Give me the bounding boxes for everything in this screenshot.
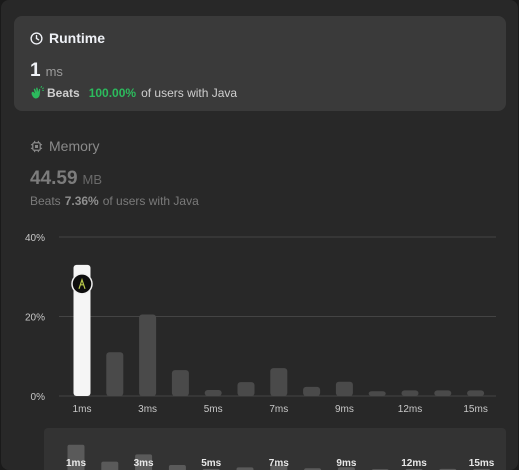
runtime-beats-label: Beats bbox=[47, 86, 80, 100]
overview-bar bbox=[168, 465, 186, 470]
x-tick-label: 7ms bbox=[269, 404, 288, 415]
chip-icon bbox=[30, 140, 43, 152]
chart-bar[interactable] bbox=[434, 390, 452, 396]
memory-title-text: Memory bbox=[49, 138, 100, 154]
chart-bar[interactable] bbox=[106, 352, 124, 396]
overview-tick-label: 15ms bbox=[469, 458, 495, 469]
runtime-distribution-chart[interactable]: 40% 20% 0% 1ms 3ms 5ms 7ms 9ms 12ms 15ms bbox=[1, 225, 518, 420]
clock-icon bbox=[30, 31, 43, 45]
runtime-title: Runtime bbox=[30, 30, 105, 46]
chart-bar[interactable] bbox=[171, 370, 189, 396]
overview-tick-label: 12ms bbox=[401, 458, 427, 469]
overview-tick-label: 9ms bbox=[336, 458, 356, 469]
chart-bar[interactable] bbox=[270, 368, 288, 396]
runtime-unit: ms bbox=[45, 64, 63, 79]
memory-card[interactable]: Memory 44.59 MB Beats 7.36% of users wit… bbox=[14, 124, 506, 224]
memory-beats-suffix: of users with Java bbox=[102, 194, 199, 208]
memory-beats-percent: 7.36% bbox=[64, 194, 99, 208]
y-tick-label: 0% bbox=[31, 392, 46, 403]
overview-tick-label: 7ms bbox=[269, 458, 289, 469]
runtime-value: 1 ms bbox=[30, 60, 63, 82]
runtime-number: 1 bbox=[30, 60, 41, 81]
chart-bar[interactable] bbox=[401, 390, 419, 396]
chart-bar[interactable] bbox=[237, 382, 255, 396]
runtime-title-text: Runtime bbox=[49, 30, 105, 46]
chart-bar[interactable] bbox=[467, 390, 485, 396]
runtime-beats-suffix: of users with Java bbox=[141, 86, 238, 100]
submission-stats-panel: Runtime 1 ms Beats 100.00% of users with… bbox=[1, 0, 518, 470]
overview-tick-label: 1ms bbox=[66, 458, 86, 469]
y-tick-label: 40% bbox=[25, 233, 45, 244]
memory-unit: MB bbox=[82, 172, 103, 187]
x-tick-label: 12ms bbox=[398, 404, 422, 415]
clap-hands-icon bbox=[31, 86, 44, 99]
x-tick-label: 15ms bbox=[463, 404, 487, 415]
memory-number: 44.59 bbox=[30, 168, 78, 189]
x-tick-label: 3ms bbox=[138, 404, 157, 415]
y-tick-label: 20% bbox=[25, 313, 45, 324]
x-tick-label: 9ms bbox=[335, 404, 354, 415]
runtime-beats: Beats 100.00% of users with Java bbox=[30, 86, 237, 100]
overview-tick-label: 5ms bbox=[201, 458, 221, 469]
x-tick-label: 5ms bbox=[204, 404, 223, 415]
runtime-card[interactable]: Runtime 1 ms Beats 100.00% of users with… bbox=[14, 16, 506, 111]
memory-title: Memory bbox=[30, 138, 100, 154]
chart-bar[interactable] bbox=[368, 391, 386, 396]
runtime-beats-percent: 100.00% bbox=[88, 86, 137, 100]
memory-beats: Beats 7.36% of users with Java bbox=[30, 194, 199, 208]
chart-bar[interactable] bbox=[204, 390, 222, 396]
chart-bar[interactable] bbox=[139, 314, 157, 396]
overview-tick-label: 3ms bbox=[134, 458, 154, 469]
x-tick-label: 1ms bbox=[73, 404, 92, 415]
chart-bar[interactable] bbox=[335, 381, 353, 396]
user-avatar-icon[interactable] bbox=[71, 273, 93, 295]
chart-bar[interactable] bbox=[303, 386, 321, 396]
chart-overview-scrollbar[interactable]: 1ms 3ms 5ms 7ms 9ms 12ms 15ms bbox=[44, 428, 506, 470]
memory-beats-label: Beats bbox=[30, 194, 61, 208]
overview-bar bbox=[101, 461, 119, 470]
overview-minichart[interactable]: 1ms 3ms 5ms 7ms 9ms 12ms 15ms bbox=[44, 428, 506, 470]
memory-value: 44.59 MB bbox=[30, 168, 102, 190]
